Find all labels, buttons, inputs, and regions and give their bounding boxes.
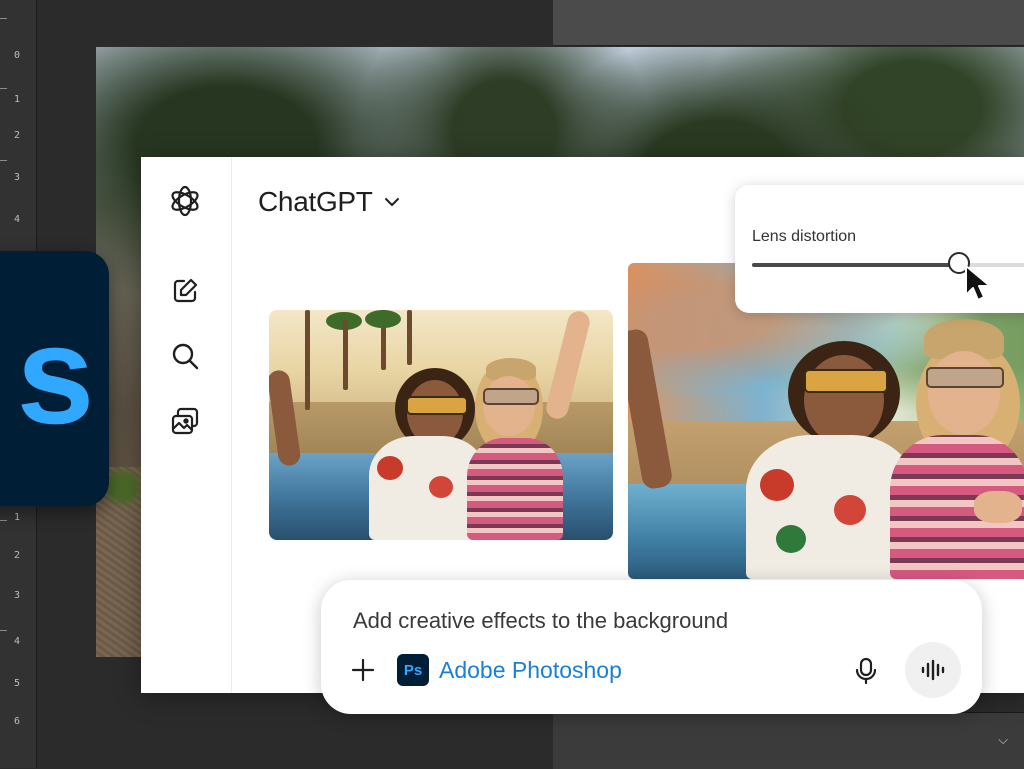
chevron-down-icon[interactable]: ⌵ [992, 729, 1014, 751]
photoshop-logo-letter: s [16, 295, 95, 453]
ruler-tick: 1 [14, 512, 21, 523]
ruler-tick: 1 [14, 94, 21, 105]
voice-mode-button[interactable] [905, 642, 961, 698]
new-chat-icon[interactable] [167, 273, 203, 309]
slider-label: Lens distortion [752, 228, 857, 245]
openai-logo-icon[interactable] [167, 183, 203, 219]
photoshop-panel-bar [553, 0, 1024, 46]
ruler-tick: 5 [14, 678, 21, 689]
page-title: ChatGPT [258, 186, 373, 217]
ruler-tick: 2 [14, 550, 21, 561]
dictation-button[interactable] [849, 654, 883, 688]
ruler-tick: 4 [14, 636, 21, 647]
photoshop-status-bar: ⌵ [553, 712, 1024, 769]
ruler-tick: 3 [14, 590, 21, 601]
ruler-tick: 3 [14, 172, 21, 183]
search-icon[interactable] [167, 338, 203, 374]
photoshop-app-icon: Ps [397, 654, 429, 686]
original-image[interactable] [269, 310, 613, 540]
app-name-label: Adobe Photoshop [439, 656, 622, 683]
mouse-cursor-icon [965, 265, 991, 301]
sidebar [141, 157, 232, 693]
photoshop-logo: s [0, 251, 109, 506]
slider-fill [752, 263, 959, 267]
plus-icon [351, 658, 375, 682]
voice-waveform-icon [921, 659, 945, 681]
ruler-tick: 6 [14, 716, 21, 727]
images-icon[interactable] [167, 403, 203, 439]
microphone-icon [855, 657, 877, 685]
prompt-input[interactable]: Add creative effects to the background [353, 608, 728, 634]
app-connector-chip[interactable]: Ps Adobe Photoshop [397, 654, 622, 686]
add-attachment-button[interactable] [347, 654, 379, 686]
ruler-tick: 2 [14, 130, 21, 141]
chevron-down-icon [384, 198, 399, 206]
prompt-composer[interactable]: Add creative effects to the background P… [321, 580, 982, 714]
ruler-tick: 4 [14, 214, 21, 225]
model-selector[interactable]: ChatGPT [258, 185, 401, 219]
ruler-tick: 0 [14, 50, 21, 61]
